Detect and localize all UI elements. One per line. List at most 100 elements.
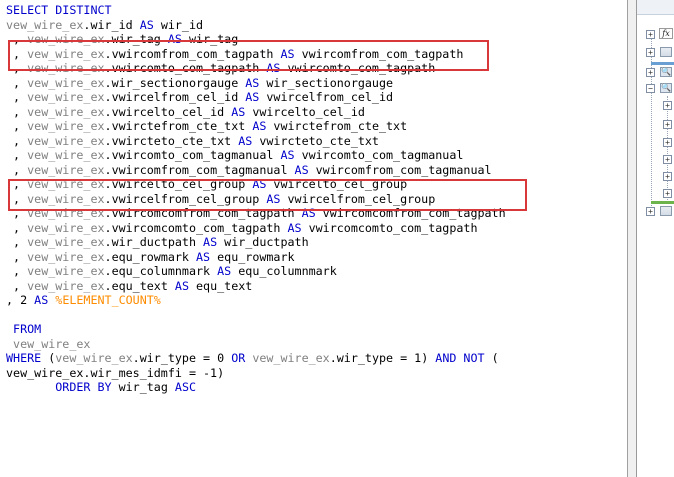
sql-keyword: AS: [203, 235, 218, 249]
code-token: wir_sectionorgauge: [259, 75, 394, 90]
collapse-icon[interactable]: −: [646, 84, 655, 93]
code-token: equ_rowmark: [210, 249, 295, 264]
sql-keyword: AS: [238, 133, 253, 148]
group-separator: [651, 201, 674, 204]
sql-keyword: ORDER BY: [55, 380, 112, 394]
code-token: .vwircomcomto_com_tagpath: [104, 220, 288, 235]
code-token: .wir_sectionorgauge: [104, 75, 246, 90]
code-token: ,: [6, 220, 28, 235]
sql-keyword: AS: [245, 90, 260, 104]
expand-icon[interactable]: +: [663, 120, 672, 129]
table-reference: vew_wire_ex: [27, 75, 105, 90]
code-token: ,: [6, 75, 28, 90]
sql-editor[interactable]: SELECT DISTINCT vew_wire_ex.wir_id AS wir…: [0, 0, 628, 477]
code-token: ,: [6, 133, 28, 148]
code-token: ,: [6, 278, 28, 293]
code-token: .wir_type = 1): [329, 351, 436, 365]
expand-icon[interactable]: +: [663, 101, 672, 110]
table-reference: vew_wire_ex: [27, 162, 105, 177]
code-token: vew_wire_ex.wir_mes_idmfi = -1): [6, 365, 225, 380]
code-line: vew_wire_ex.wir_id AS wir_id: [6, 18, 506, 33]
table-reference: vew_wire_ex: [27, 90, 105, 104]
code-token: .vwircelto_cel_id: [104, 104, 232, 119]
code-token: .equ_columnmark: [104, 264, 218, 278]
table-reference: vew_wire_ex: [55, 351, 133, 365]
code-token: vwircelfrom_cel_id: [259, 90, 394, 104]
tree-child[interactable]: +: [637, 118, 674, 132]
code-token: ,: [6, 235, 28, 249]
highlight-box-tagpath: [8, 40, 489, 71]
tree-panel[interactable]: + fx + + 🔍 − 🔍 + + + + + + +: [636, 0, 674, 477]
expand-icon[interactable]: +: [646, 30, 655, 39]
sql-keyword: AS: [280, 148, 295, 162]
tree-child[interactable]: +: [637, 187, 674, 201]
tree-item-query-expanded[interactable]: − 🔍: [637, 82, 674, 96]
expand-icon[interactable]: +: [663, 138, 672, 147]
table-reference: vew_wire_ex: [27, 264, 105, 278]
code-line: vew_wire_ex.wir_mes_idmfi = -1): [6, 366, 506, 381]
sql-keyword: WHERE: [6, 351, 42, 365]
code-token: .wir_id: [83, 17, 140, 32]
expand-icon[interactable]: +: [663, 155, 672, 164]
code-line: , vew_wire_ex.vwircteto_cte_txt AS vwirc…: [6, 134, 506, 149]
code-token: wir_ductpath: [217, 235, 309, 249]
code-token: (: [41, 351, 56, 365]
sql-keyword: SELECT DISTINCT: [6, 3, 112, 17]
table-icon: [660, 206, 672, 216]
code-line: WHERE (vew_wire_ex.wir_type = 0 OR vew_w…: [6, 351, 506, 366]
code-token: .wir_type = 0: [132, 351, 232, 365]
tree-item-functions[interactable]: + fx: [637, 28, 674, 42]
code-token: ,: [6, 90, 28, 104]
table-reference: vew_wire_ex: [252, 351, 330, 365]
expand-icon[interactable]: +: [646, 48, 655, 57]
code-token: .vwircteto_cte_txt: [104, 133, 239, 148]
sql-keyword: FROM: [6, 322, 42, 336]
panel-header: [637, 0, 674, 15]
code-line: FROM: [6, 322, 506, 337]
expand-icon[interactable]: +: [646, 68, 655, 77]
query-icon: 🔍: [660, 83, 672, 93]
sql-keyword: AS: [231, 104, 246, 119]
sql-keyword: ASC: [174, 380, 197, 394]
code-line: vew_wire_ex: [6, 337, 506, 352]
tree-child[interactable]: +: [637, 99, 674, 113]
code-token: .vwircomto_com_tagmanual: [104, 148, 281, 162]
code-token: vwircelto_cel_id: [245, 104, 365, 119]
table-reference: vew_wire_ex: [6, 17, 84, 32]
tree-child[interactable]: +: [637, 136, 674, 150]
code-token: ,: [6, 148, 28, 162]
sql-keyword: AS: [139, 17, 154, 32]
code-line: , vew_wire_ex.vwircelfrom_cel_id AS vwir…: [6, 90, 506, 105]
tree-item-table[interactable]: +: [637, 46, 674, 60]
sql-keyword: AS: [245, 75, 260, 90]
expand-icon[interactable]: +: [663, 189, 672, 198]
selection-bar: [651, 62, 674, 65]
table-reference: vew_wire_ex: [13, 336, 91, 351]
code-token: ,: [6, 104, 28, 119]
code-token: equ_text: [188, 278, 253, 293]
sql-keyword: AS: [252, 119, 267, 133]
tree-child[interactable]: +: [637, 170, 674, 184]
code-line: , vew_wire_ex.wir_sectionorgauge AS wir_…: [6, 76, 506, 91]
expand-icon[interactable]: +: [646, 207, 655, 216]
table-reference: vew_wire_ex: [27, 278, 105, 293]
tree-item-query[interactable]: + 🔍: [637, 66, 674, 80]
code-token: .vwircomfrom_com_tagmanual: [104, 162, 295, 177]
tree-item-table[interactable]: +: [637, 205, 674, 219]
sql-keyword: AS: [196, 249, 211, 264]
code-token: equ_columnmark: [231, 264, 337, 278]
expand-icon[interactable]: +: [663, 172, 672, 181]
code-line: , vew_wire_ex.wir_ductpath AS wir_ductpa…: [6, 235, 506, 250]
function-icon: fx: [659, 28, 673, 39]
splitter[interactable]: [628, 0, 636, 477]
code-token: .vwircelfrom_cel_id: [104, 90, 246, 104]
code-token: ,: [6, 162, 28, 177]
code-line: ORDER BY wir_tag ASC: [6, 380, 506, 395]
tree-child[interactable]: +: [637, 153, 674, 167]
code-token: ,: [6, 119, 28, 133]
sql-keyword: AS: [34, 293, 49, 307]
code-token: .equ_text: [104, 278, 175, 293]
